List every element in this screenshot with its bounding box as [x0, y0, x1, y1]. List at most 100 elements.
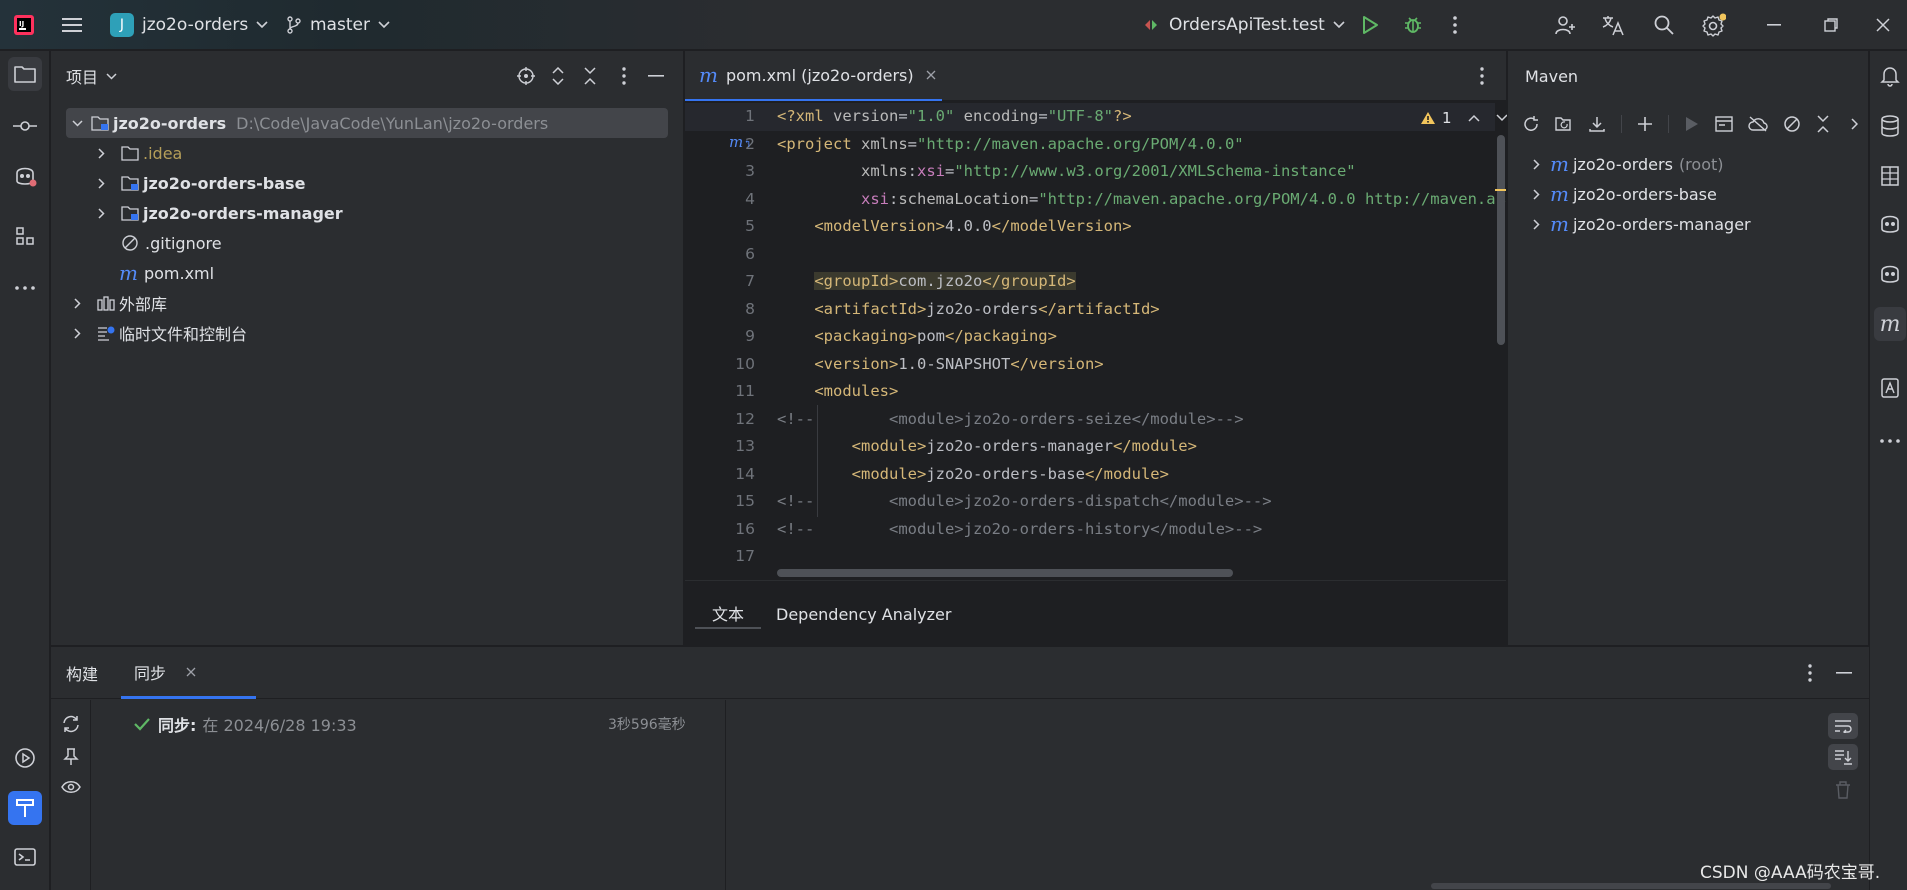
skip-tests-icon[interactable]	[1783, 115, 1801, 133]
tree-item-orders-manager[interactable]: jzo2o-orders-manager	[93, 198, 343, 228]
next-highlight-icon[interactable]	[1496, 114, 1508, 122]
more-actions-icon[interactable]	[1443, 13, 1467, 37]
terminal-tool-button[interactable]	[8, 840, 42, 874]
tab-sync[interactable]: 同步	[121, 647, 256, 699]
settings-gear-icon[interactable]	[1702, 13, 1726, 37]
collapse-all-icon[interactable]	[1816, 115, 1830, 133]
database-icon[interactable]	[1880, 115, 1900, 137]
execute-goal-icon[interactable]	[1715, 116, 1733, 132]
maven-project-item[interactable]: m jzo2o-orders-manager	[1528, 209, 1751, 239]
more-tools-icon[interactable]	[1880, 439, 1900, 443]
editor-tab-pom[interactable]: m pom.xml (jzo2o-orders)	[685, 51, 942, 101]
reload-icon[interactable]	[1522, 115, 1540, 133]
resync-icon[interactable]	[61, 715, 81, 733]
clear-all-icon[interactable]	[1835, 781, 1851, 799]
tab-build[interactable]: 构建	[66, 647, 98, 699]
git-branch-icon	[286, 16, 302, 34]
download-icon[interactable]	[1588, 115, 1606, 133]
debug-icon[interactable]	[1401, 13, 1425, 37]
vertical-scrollbar[interactable]	[1497, 135, 1505, 345]
project-view-selector[interactable]: 项目	[66, 51, 117, 101]
close-tab-icon[interactable]	[186, 667, 196, 677]
structure-tool-button[interactable]	[8, 219, 42, 253]
hide-panel-icon[interactable]	[1836, 672, 1852, 674]
generate-sources-icon[interactable]	[1555, 115, 1573, 133]
chevron-right-icon[interactable]	[1851, 118, 1858, 130]
services-tool-button[interactable]	[8, 741, 42, 775]
tree-item-scratches[interactable]: 临时文件和控制台	[69, 318, 247, 348]
main-menu-icon[interactable]	[60, 13, 84, 37]
maven-item-suffix: (root)	[1678, 154, 1724, 174]
branch-switcher[interactable]: master	[286, 0, 390, 50]
project-tool-button[interactable]	[8, 57, 42, 91]
success-check-icon	[134, 717, 150, 731]
maven-tool-icon[interactable]: m	[1874, 307, 1906, 341]
run-icon[interactable]	[1358, 13, 1382, 37]
sync-result-row[interactable]: 同步: 在 2024/6/28 19:33	[134, 712, 357, 736]
project-name: jzo2o-orders	[142, 15, 249, 35]
eye-icon[interactable]	[61, 780, 81, 794]
pin-icon[interactable]	[63, 748, 79, 766]
panel-options-icon[interactable]	[1808, 664, 1812, 682]
horizontal-scrollbar[interactable]	[777, 569, 1233, 577]
left-tool-strip	[0, 51, 50, 890]
add-user-icon[interactable]	[1553, 13, 1577, 37]
tree-item-root[interactable]: jzo2o-orders D:\Code\JavaCode\YunLan\jzo…	[69, 108, 548, 138]
tab-text[interactable]: 文本	[695, 599, 761, 629]
copilot-chat-icon[interactable]	[1878, 263, 1902, 285]
chevron-right-icon	[1528, 216, 1544, 232]
tree-item-pom[interactable]: m pom.xml	[115, 258, 214, 288]
copilot-tool-button[interactable]	[8, 159, 42, 193]
tree-item-orders-base[interactable]: jzo2o-orders-base	[93, 168, 305, 198]
code-line: <version>1.0-SNAPSHOT</version>	[777, 354, 1104, 373]
tab-dependency-analyzer[interactable]: Dependency Analyzer	[776, 599, 951, 629]
maven-project-item[interactable]: m jzo2o-orders (root)	[1528, 149, 1724, 179]
ai-assistant-icon[interactable]	[1878, 213, 1902, 235]
tab-options-icon[interactable]	[1480, 67, 1484, 85]
locate-file-icon[interactable]	[517, 67, 535, 85]
intellij-logo-icon[interactable]: IJ	[12, 13, 36, 37]
restore-icon[interactable]	[1819, 13, 1843, 37]
minimize-icon[interactable]	[1762, 13, 1786, 37]
maven-project-item[interactable]: m jzo2o-orders-base	[1528, 179, 1717, 209]
maven-gutter-icon[interactable]: m↰	[729, 133, 752, 151]
console-scrollbar[interactable]	[1431, 883, 1831, 889]
expand-all-icon[interactable]	[551, 67, 565, 85]
notifications-icon[interactable]	[1880, 65, 1900, 87]
previous-highlight-icon[interactable]	[1468, 114, 1480, 122]
line-number: 13	[735, 437, 755, 455]
project-switcher[interactable]: J jzo2o-orders	[110, 0, 268, 50]
tree-item-external-libraries[interactable]: 外部库	[69, 288, 167, 318]
close-tab-icon[interactable]	[926, 70, 936, 80]
more-tools-button[interactable]	[8, 271, 42, 305]
code-content[interactable]: <?xml version="1.0" encoding="UTF-8"?> <…	[777, 103, 1506, 573]
tree-item-gitignore[interactable]: .gitignore	[115, 228, 222, 258]
big-data-icon[interactable]	[1880, 165, 1900, 187]
translation-tool-icon[interactable]	[1880, 377, 1900, 399]
code-line: <modules>	[777, 382, 899, 400]
search-icon[interactable]	[1652, 13, 1676, 37]
line-number: 6	[745, 244, 755, 263]
add-icon[interactable]	[1637, 116, 1653, 132]
tree-item-label: 外部库	[119, 295, 168, 314]
collapse-all-icon[interactable]	[583, 67, 597, 85]
tree-item-path: D:\Code\JavaCode\YunLan\jzo2o-orders	[236, 113, 549, 133]
panel-options-icon[interactable]	[622, 67, 626, 85]
tree-item-idea[interactable]: .idea	[93, 138, 182, 168]
structure-icon	[15, 226, 35, 246]
svg-text:IJ: IJ	[19, 20, 24, 28]
offline-mode-icon[interactable]	[1748, 116, 1768, 132]
inspection-widget[interactable]: 1	[1420, 108, 1508, 128]
maven-item-label: jzo2o-orders-manager	[1572, 214, 1751, 234]
warning-marker[interactable]	[1495, 189, 1506, 191]
code-viewport[interactable]: 1 2 3 4 5 6 7 8 9 10 11 12 13 14 15 16 1…	[685, 103, 1506, 580]
hide-panel-icon[interactable]	[648, 75, 664, 77]
build-tool-button[interactable]	[8, 791, 42, 825]
translate-icon[interactable]	[1601, 13, 1625, 37]
soft-wrap-icon[interactable]	[1828, 713, 1858, 739]
run-config-selector[interactable]: OrdersApiTest.test	[1143, 0, 1345, 50]
commit-tool-button[interactable]	[8, 109, 42, 143]
scroll-to-end-icon[interactable]	[1828, 744, 1858, 770]
close-window-icon[interactable]	[1871, 13, 1895, 37]
run-maven-icon[interactable]	[1684, 115, 1700, 133]
